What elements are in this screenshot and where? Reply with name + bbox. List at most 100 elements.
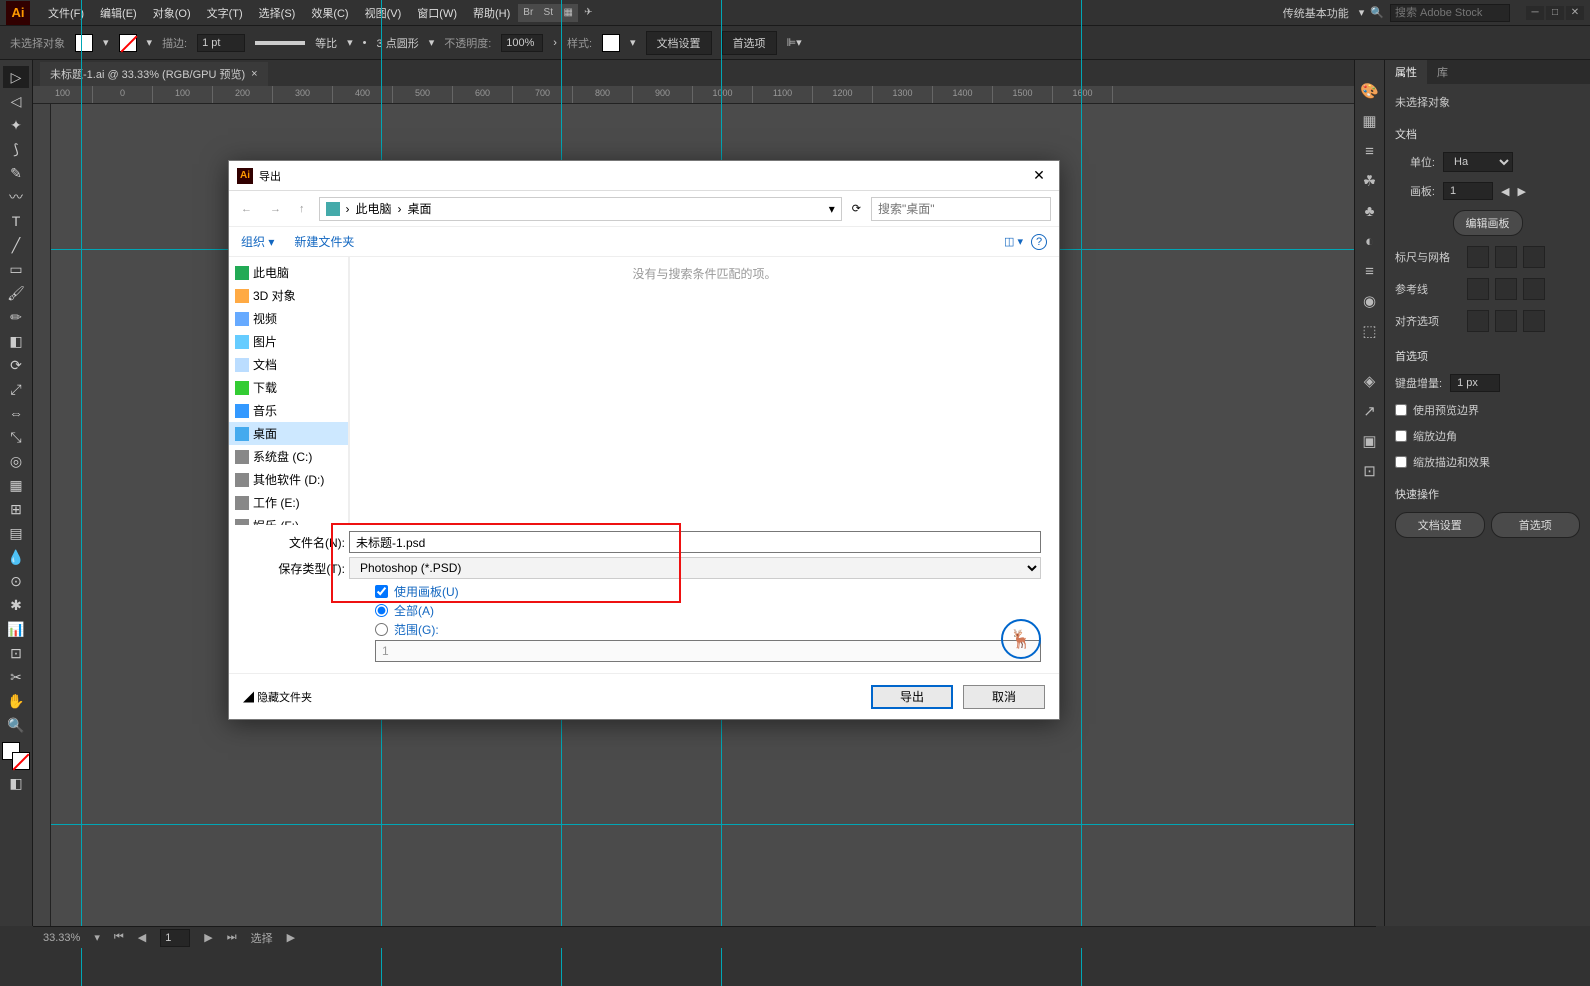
- breadcrumb[interactable]: › 此电脑 › 桌面 ▾: [319, 197, 842, 221]
- eyedropper-tool[interactable]: 💧: [3, 546, 29, 568]
- symbol-sprayer-tool[interactable]: ✱: [3, 594, 29, 616]
- artboard-nav-input[interactable]: [160, 929, 190, 947]
- color-swatches[interactable]: [2, 742, 30, 770]
- tree-item[interactable]: 工作 (E:): [229, 491, 348, 514]
- screen-mode-tool[interactable]: ◧: [3, 772, 29, 794]
- pen-tool[interactable]: ✎: [3, 162, 29, 184]
- swatches-panel-icon[interactable]: ▦: [1359, 110, 1381, 132]
- blend-tool[interactable]: ⊙: [3, 570, 29, 592]
- stroke-panel-icon[interactable]: ♣: [1359, 200, 1381, 222]
- menu-file[interactable]: 文件(F): [40, 2, 92, 24]
- minimize-icon[interactable]: ─: [1526, 6, 1544, 20]
- cancel-button[interactable]: 取消: [963, 685, 1045, 709]
- first-artboard-icon[interactable]: ⏮: [114, 931, 124, 944]
- tree-item[interactable]: 其他软件 (D:): [229, 468, 348, 491]
- menu-effect[interactable]: 效果(C): [303, 2, 356, 24]
- dialog-search[interactable]: [871, 197, 1051, 221]
- export-button[interactable]: 导出: [871, 685, 953, 709]
- tab-properties[interactable]: 属性: [1385, 60, 1427, 84]
- layers-panel-icon[interactable]: ◈: [1359, 370, 1381, 392]
- align-icon-3[interactable]: [1523, 310, 1545, 332]
- brush-label[interactable]: 3 点圆形: [377, 35, 419, 51]
- tree-item[interactable]: 3D 对象: [229, 284, 348, 307]
- snap-icon[interactable]: [1523, 278, 1545, 300]
- nav-back-icon[interactable]: ←: [237, 203, 256, 215]
- new-folder-button[interactable]: 新建文件夹: [294, 233, 354, 250]
- ruler-icon[interactable]: [1467, 246, 1489, 268]
- maximize-icon[interactable]: □: [1546, 6, 1564, 20]
- tree-item[interactable]: 音乐: [229, 399, 348, 422]
- lasso-tool[interactable]: ⟆: [3, 138, 29, 160]
- scale-corners-check[interactable]: 缩放边角: [1395, 428, 1580, 444]
- smart-guides-icon[interactable]: [1495, 278, 1517, 300]
- last-artboard-icon[interactable]: ⏭: [227, 931, 237, 944]
- tree-item[interactable]: 视频: [229, 307, 348, 330]
- appearance-panel-icon[interactable]: ◉: [1359, 290, 1381, 312]
- refresh-icon[interactable]: ⟳: [852, 202, 861, 215]
- tab-close-icon[interactable]: ×: [251, 68, 257, 80]
- magic-wand-tool[interactable]: ✦: [3, 114, 29, 136]
- perspective-tool[interactable]: ▦: [3, 474, 29, 496]
- slice-tool[interactable]: ✂: [3, 666, 29, 688]
- nav-up-icon[interactable]: ↑: [295, 203, 309, 215]
- rectangle-tool[interactable]: ▭: [3, 258, 29, 280]
- transparency-grid-icon[interactable]: [1523, 246, 1545, 268]
- next-artboard-icon[interactable]: ▶: [204, 931, 212, 944]
- hide-folders-toggle[interactable]: ◢ 隐藏文件夹: [243, 689, 312, 705]
- search-icon[interactable]: 🔍: [1370, 6, 1384, 19]
- menu-text[interactable]: 文字(T): [199, 2, 251, 24]
- links-panel-icon[interactable]: ⊡: [1359, 460, 1381, 482]
- docsetup-quick-button[interactable]: 文档设置: [1395, 512, 1485, 538]
- opacity-input[interactable]: [501, 34, 543, 52]
- artboard-tool[interactable]: ⊡: [3, 642, 29, 664]
- mesh-tool[interactable]: ⊞: [3, 498, 29, 520]
- align-icon-2[interactable]: [1495, 310, 1517, 332]
- stroke-swatch[interactable]: [119, 34, 137, 52]
- artboards-panel-icon[interactable]: ▣: [1359, 430, 1381, 452]
- direct-selection-tool[interactable]: ◁: [3, 90, 29, 112]
- fill-swatch[interactable]: [75, 34, 93, 52]
- tree-item[interactable]: 下载: [229, 376, 348, 399]
- stock-icon[interactable]: St: [538, 4, 558, 22]
- bridge-icon[interactable]: Br: [518, 4, 538, 22]
- artboard-number[interactable]: [1443, 182, 1493, 200]
- curvature-tool[interactable]: 〰: [3, 186, 29, 208]
- graphic-styles-icon[interactable]: ⬚: [1359, 320, 1381, 342]
- style-swatch[interactable]: [602, 34, 620, 52]
- menu-edit[interactable]: 编辑(E): [92, 2, 145, 24]
- menu-select[interactable]: 选择(S): [251, 2, 304, 24]
- key-increment-input[interactable]: [1450, 374, 1500, 392]
- prev-artboard-icon[interactable]: ◀: [138, 931, 146, 944]
- align-icon[interactable]: ⊫▾: [787, 36, 802, 49]
- brush-tool[interactable]: 🖌: [3, 282, 29, 304]
- breadcrumb-folder[interactable]: 桌面: [408, 200, 432, 217]
- workspace-selector[interactable]: 传统基本功能: [1279, 5, 1353, 21]
- color-panel-icon[interactable]: 🎨: [1359, 80, 1381, 102]
- next-artboard-icon[interactable]: ▶: [1517, 185, 1525, 198]
- preview-bounds-check[interactable]: 使用预览边界: [1395, 402, 1580, 418]
- line-tool[interactable]: ╱: [3, 234, 29, 256]
- tree-item[interactable]: 文档: [229, 353, 348, 376]
- graph-tool[interactable]: 📊: [3, 618, 29, 640]
- scale-strokes-check[interactable]: 缩放描边和效果: [1395, 454, 1580, 470]
- close-icon[interactable]: ✕: [1566, 6, 1584, 20]
- hand-tool[interactable]: ✋: [3, 690, 29, 712]
- menu-help[interactable]: 帮助(H): [465, 2, 518, 24]
- stroke-profile[interactable]: [255, 41, 305, 45]
- tab-libraries[interactable]: 库: [1427, 60, 1458, 84]
- tree-item[interactable]: 此电脑: [229, 261, 348, 284]
- eraser-tool[interactable]: ◧: [3, 330, 29, 352]
- menu-object[interactable]: 对象(O): [145, 2, 199, 24]
- zoom-level[interactable]: 33.33%: [43, 932, 80, 944]
- organize-button[interactable]: 组织 ▾: [241, 233, 274, 250]
- folder-tree[interactable]: 此电脑 3D 对象 视频 图片 文档 下载 音乐 桌面 系统盘 (C:) 其他软…: [229, 257, 349, 525]
- gradient-panel-icon[interactable]: ◐: [1359, 230, 1381, 252]
- prefs-quick-button[interactable]: 首选项: [1491, 512, 1581, 538]
- breadcrumb-root[interactable]: 此电脑: [356, 200, 392, 217]
- menu-view[interactable]: 视图(V): [357, 2, 410, 24]
- guides-icon[interactable]: [1467, 278, 1489, 300]
- width-tool[interactable]: ⇔: [3, 402, 29, 424]
- stroke-weight[interactable]: [197, 34, 245, 52]
- prefs-button[interactable]: 首选项: [722, 31, 777, 55]
- tree-item-selected[interactable]: 桌面: [229, 422, 348, 445]
